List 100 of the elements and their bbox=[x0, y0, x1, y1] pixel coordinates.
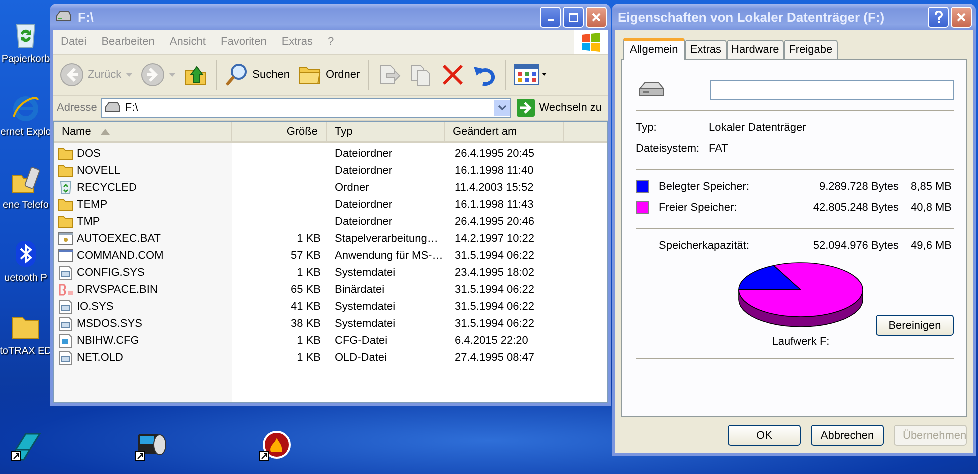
column-header[interactable]: Größe bbox=[232, 122, 327, 141]
file-type-cell-text: Systemdatei bbox=[334, 316, 397, 332]
tab[interactable]: Hardware bbox=[726, 40, 784, 59]
dialog-button[interactable]: Abbrechen bbox=[811, 425, 884, 446]
windows-flag-icon bbox=[574, 30, 608, 54]
caret-icon bbox=[498, 105, 507, 111]
column-header[interactable]: Name bbox=[54, 122, 232, 141]
file-size-cell-text: 1 KB bbox=[296, 334, 322, 348]
system-file-icon bbox=[58, 350, 74, 364]
file-name-cell[interactable]: COMMAND.COM bbox=[54, 247, 232, 264]
file-name-cell[interactable]: IO.SYS bbox=[54, 298, 232, 315]
file-date-cell-text: 16.1.1998 11:40 bbox=[454, 164, 535, 178]
file-type-cell-text: CFG-Datei bbox=[334, 334, 389, 348]
file-type-cell-text: Systemdatei bbox=[334, 300, 397, 314]
close-button[interactable] bbox=[951, 6, 972, 28]
info-label: Typ: bbox=[636, 122, 658, 134]
desktop-icon-label[interactable]: Papierkorb bbox=[2, 54, 50, 65]
file-size-cell-text: 1 KB bbox=[296, 266, 322, 280]
file-date-cell-text: 11.4.2003 15:52 bbox=[454, 180, 535, 196]
close-button[interactable] bbox=[586, 6, 607, 28]
capacity-label: Speicherkapazität: bbox=[659, 240, 750, 252]
bytes-value: 42.805.248 Bytes bbox=[812, 202, 899, 214]
file-name-cell[interactable]: NOVELL bbox=[54, 162, 232, 179]
system-file-icon bbox=[58, 266, 74, 280]
folders-button[interactable]: Ordner bbox=[294, 61, 364, 89]
info-value: Lokaler Datenträger bbox=[709, 122, 806, 134]
file-date-cell-text: 31.5.1994 06:22 bbox=[454, 282, 536, 298]
dropdown-button[interactable] bbox=[494, 100, 510, 116]
caret-icon bbox=[168, 73, 176, 77]
file-date-cell-text: 27.4.1995 08:47 bbox=[454, 350, 536, 366]
file-name-cell[interactable]: NET.OLD bbox=[54, 349, 232, 366]
caret-icon bbox=[126, 73, 133, 77]
recycle-bin-icon bbox=[58, 180, 74, 194]
tab[interactable]: Freigabe bbox=[784, 40, 838, 59]
file-size-cell-text: 38 KB bbox=[290, 316, 322, 332]
file-date-cell-text: 26.4.1995 20:46 bbox=[454, 214, 536, 230]
window-title: F:\ bbox=[78, 10, 94, 24]
close-icon bbox=[957, 12, 966, 22]
file-type-cell-text: Dateiordner bbox=[334, 146, 394, 162]
column-header[interactable]: Geändert am bbox=[445, 122, 564, 141]
file-name-cell[interactable]: DOS bbox=[54, 145, 232, 162]
file-date-cell-text: 31.5.1994 06:22 bbox=[454, 300, 536, 314]
file-type-cell-text: Anwendung für MS-… bbox=[334, 248, 444, 264]
folder-icon bbox=[58, 214, 74, 228]
address-field[interactable]: F:\ bbox=[101, 98, 512, 118]
file-date-cell-text: 31.5.1994 06:22 bbox=[454, 248, 536, 264]
file-type-cell-text: Binärdatei bbox=[334, 282, 386, 298]
drive-icon bbox=[56, 11, 72, 23]
drive-icon bbox=[105, 102, 122, 114]
window-title: Eigenschaften von Lokaler Datenträger (F:) bbox=[618, 10, 885, 24]
flame-disc-icon[interactable] bbox=[258, 430, 292, 464]
file-size-cell-text: 57 KB bbox=[290, 248, 322, 264]
folder-phone-icon[interactable] bbox=[11, 166, 41, 196]
file-size-cell-text: 1 KB bbox=[296, 232, 322, 246]
desktop-icon-label[interactable]: uetooth P bbox=[4, 273, 48, 284]
file-name-cell[interactable]: TMP bbox=[54, 213, 232, 230]
file-size-cell-text: 65 KB bbox=[290, 282, 322, 298]
file-name-cell[interactable]: AUTOEXEC.BAT bbox=[54, 230, 232, 247]
legend-label: Freier Speicher: bbox=[659, 202, 738, 214]
tab[interactable]: Extras bbox=[685, 40, 726, 59]
search-button[interactable]: Suchen bbox=[222, 61, 293, 89]
file-type-cell-text: Dateiordner bbox=[334, 198, 394, 212]
folder-icon bbox=[58, 146, 74, 160]
size-value: 49,6 MB bbox=[911, 240, 952, 252]
file-name-cell[interactable]: DRVSPACE.BIN bbox=[54, 281, 232, 298]
go-button[interactable]: Wechseln zu bbox=[515, 99, 604, 117]
file-size-cell-text: 1 KB bbox=[296, 350, 322, 366]
file-name-cell[interactable]: MSDOS.SYS bbox=[54, 315, 232, 332]
file-date-cell-text: 16.1.1998 11:43 bbox=[454, 198, 535, 212]
minimize-button[interactable] bbox=[540, 6, 561, 28]
maximize-button[interactable] bbox=[563, 6, 584, 28]
folder-icon bbox=[58, 164, 74, 178]
desktop-icon-label[interactable]: ene Telefo bbox=[3, 200, 49, 211]
drive-name-field[interactable] bbox=[710, 80, 954, 100]
column-header[interactable]: Typ bbox=[327, 122, 445, 141]
file-type-cell-text: Dateiordner bbox=[334, 214, 394, 230]
file-name-cell[interactable]: CONFIG.SYS bbox=[54, 264, 232, 281]
minimize-icon bbox=[548, 18, 554, 20]
tab[interactable]: Allgemein bbox=[623, 38, 686, 60]
file-name-cell[interactable]: RECYCLED bbox=[54, 179, 232, 196]
batch-file-icon bbox=[58, 232, 74, 246]
file-date-cell-text: 31.5.1994 06:22 bbox=[454, 316, 536, 332]
bytes-value: 52.094.976 Bytes bbox=[812, 240, 899, 252]
close-icon bbox=[592, 12, 601, 22]
file-type-cell-text: Stapelverarbeitung… bbox=[334, 232, 440, 246]
bytes-value: 9.289.728 Bytes bbox=[818, 180, 899, 192]
file-name-cell[interactable]: NBIHW.CFG bbox=[54, 332, 232, 349]
system-file-icon bbox=[58, 300, 74, 314]
delete-icon bbox=[441, 63, 466, 87]
help-button[interactable] bbox=[928, 6, 949, 28]
search-icon bbox=[224, 63, 249, 87]
file-date-cell-text: 26.4.1995 20:45 bbox=[454, 146, 536, 162]
legend-label: Belegter Speicher: bbox=[659, 180, 750, 192]
maximize-icon bbox=[569, 12, 578, 22]
file-type-cell-text: Ordner bbox=[334, 180, 370, 196]
size-value: 8,85 MB bbox=[911, 180, 952, 192]
dialog-button[interactable]: OK bbox=[728, 425, 801, 446]
file-name-cell[interactable]: TEMP bbox=[54, 196, 232, 213]
cleanup-button[interactable]: Bereinigen bbox=[876, 315, 954, 336]
folder-icon bbox=[58, 198, 74, 212]
